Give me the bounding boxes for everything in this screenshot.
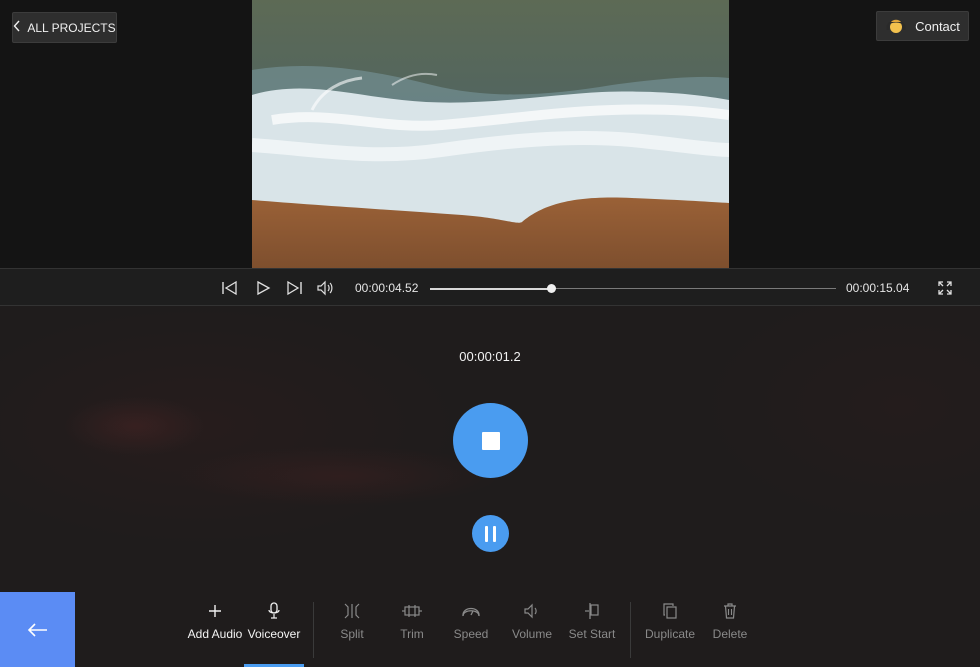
speed-label: Speed xyxy=(453,627,489,641)
split-icon xyxy=(342,600,362,622)
contact-label: Contact xyxy=(915,18,960,34)
duplicate-button[interactable]: Duplicate xyxy=(644,600,696,660)
beach-video-image xyxy=(252,0,729,268)
speedometer-icon xyxy=(461,600,481,622)
trim-label: Trim xyxy=(400,627,424,641)
video-preview-frame xyxy=(252,0,729,268)
volume-label: Volume xyxy=(511,627,553,641)
speaker-icon xyxy=(522,600,542,622)
all-projects-label: ALL PROJECTS xyxy=(27,20,116,35)
recording-elapsed-time: 00:00:01.2 xyxy=(459,349,521,364)
timeline-scrubber[interactable] xyxy=(430,284,836,293)
video-preview-area: ALL PROJECTS Contact xyxy=(0,0,980,268)
microphone-icon xyxy=(267,600,281,622)
current-time: 00:00:04.52 xyxy=(355,281,419,295)
voiceover-label: Voiceover xyxy=(247,627,301,641)
set-start-icon xyxy=(582,600,602,622)
set-start-label: Set Start xyxy=(568,627,616,641)
set-start-button[interactable]: Set Start xyxy=(568,600,616,660)
delete-label: Delete xyxy=(712,627,748,641)
duplicate-label: Duplicate xyxy=(644,627,696,641)
pause-recording-button[interactable] xyxy=(472,515,509,552)
toolbar-divider xyxy=(630,602,631,658)
plus-icon xyxy=(207,600,223,622)
all-projects-button[interactable]: ALL PROJECTS xyxy=(12,12,117,43)
stop-recording-button[interactable] xyxy=(453,403,528,478)
voiceover-tab[interactable]: Voiceover xyxy=(246,600,302,660)
scrubber-thumb[interactable] xyxy=(547,284,557,293)
editing-toolbar: Add Audio Voiceover Split Trim Speed Vol… xyxy=(0,596,980,667)
add-audio-button[interactable]: Add Audio xyxy=(186,600,244,660)
playback-controls-bar: 00:00:04.52 00:00:15.04 xyxy=(0,268,980,306)
trash-icon xyxy=(722,600,738,622)
stop-icon xyxy=(481,431,500,450)
support-avatar-icon xyxy=(885,17,907,35)
split-label: Split xyxy=(340,627,364,641)
trim-icon xyxy=(401,600,423,622)
skip-back-icon[interactable] xyxy=(221,279,239,297)
volume-icon[interactable] xyxy=(316,279,334,297)
add-audio-label: Add Audio xyxy=(187,627,243,641)
delete-button[interactable]: Delete xyxy=(711,600,749,660)
voiceover-recording-panel: 00:00:01.2 Add Audio Voiceover Split Tri… xyxy=(0,306,980,667)
toolbar-divider xyxy=(313,602,314,658)
scrubber-progress xyxy=(430,287,552,290)
speed-button[interactable]: Speed xyxy=(452,600,490,660)
split-button[interactable]: Split xyxy=(333,600,371,660)
total-time: 00:00:15.04 xyxy=(846,281,910,295)
duplicate-icon xyxy=(662,600,678,622)
trim-button[interactable]: Trim xyxy=(395,600,429,660)
fullscreen-icon[interactable] xyxy=(936,279,954,297)
skip-forward-icon[interactable] xyxy=(285,279,303,297)
volume-button[interactable]: Volume xyxy=(510,600,554,660)
pause-icon xyxy=(485,525,488,542)
play-icon[interactable] xyxy=(254,279,272,297)
contact-button[interactable]: Contact xyxy=(876,11,969,41)
chevron-left-icon xyxy=(13,20,21,34)
